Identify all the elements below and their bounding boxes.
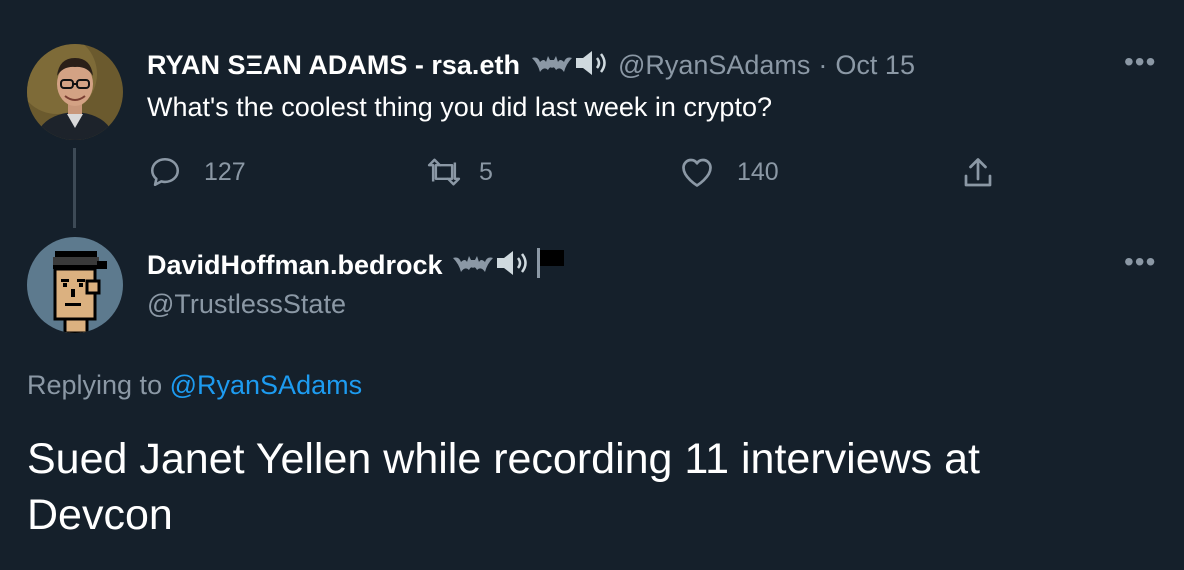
tweet2-handle[interactable]: @TrustlessState bbox=[147, 289, 346, 320]
reply-button[interactable]: 127 bbox=[148, 155, 246, 189]
tweet1-more-icon[interactable]: ••• bbox=[1124, 46, 1156, 78]
share-button[interactable] bbox=[960, 155, 1018, 191]
tweet2-author-name[interactable]: DavidHoffman.bedrock bbox=[147, 250, 443, 281]
speaker-icon bbox=[495, 248, 533, 283]
speaker-icon bbox=[574, 48, 612, 83]
retweet-button[interactable]: 5 bbox=[425, 155, 493, 189]
tweet1-separator: · bbox=[818, 49, 828, 80]
ryan-avatar[interactable] bbox=[27, 44, 123, 140]
retweet-icon bbox=[427, 158, 461, 186]
david-avatar[interactable] bbox=[27, 237, 123, 333]
flag-icon bbox=[533, 246, 567, 285]
like-count: 140 bbox=[737, 157, 779, 186]
replying-to-link[interactable]: @RyanSAdams bbox=[170, 370, 362, 400]
reply-count: 127 bbox=[204, 157, 246, 186]
bat-icon bbox=[531, 52, 572, 79]
replying-prefix: Replying to bbox=[27, 370, 163, 400]
bat-icon bbox=[452, 252, 493, 279]
tweet1-date[interactable]: Oct 15 bbox=[835, 50, 915, 81]
tweet1-header: RYAN SΞAN ADAMS - rsa.eth @RyanSAdams · … bbox=[147, 47, 915, 83]
share-icon bbox=[964, 158, 992, 187]
tweet1-author-name[interactable]: RYAN SΞAN ADAMS - rsa.eth bbox=[147, 50, 520, 81]
tweet1-text: What's the coolest thing you did last we… bbox=[147, 92, 772, 122]
tweet2-text: Sued Janet Yellen while recording 11 int… bbox=[27, 435, 980, 539]
retweet-count: 5 bbox=[479, 157, 493, 186]
tweet2-more-icon[interactable]: ••• bbox=[1124, 246, 1156, 278]
thread-line bbox=[73, 148, 76, 228]
like-icon bbox=[682, 158, 712, 187]
tweet2-header: DavidHoffman.bedrock bbox=[147, 247, 567, 283]
reply-icon bbox=[150, 157, 180, 187]
like-button[interactable]: 140 bbox=[679, 155, 779, 189]
replying-to-line: Replying to @RyanSAdams bbox=[27, 370, 362, 401]
tweet1-handle[interactable]: @RyanSAdams bbox=[618, 50, 810, 81]
